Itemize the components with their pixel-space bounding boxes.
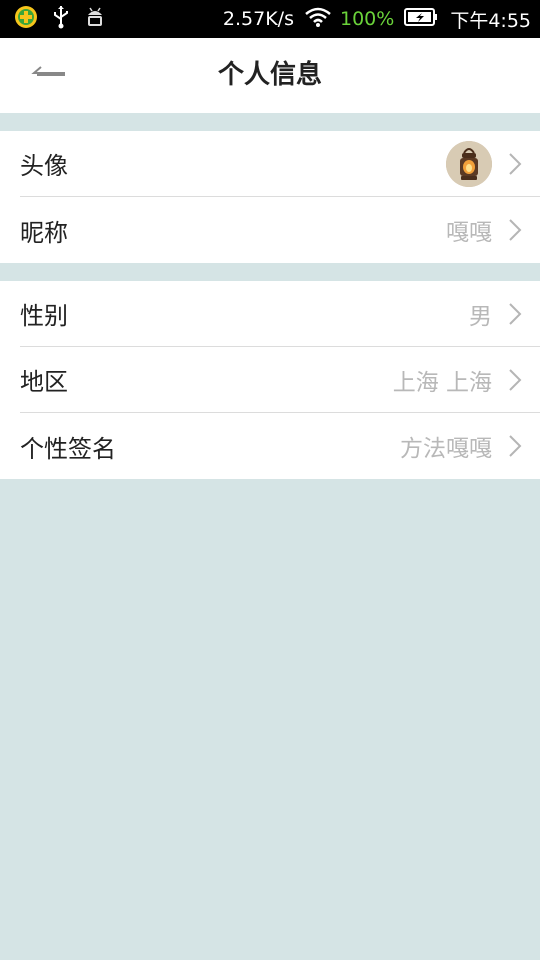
avatar-label: 头像 <box>20 152 68 180</box>
usb-icon <box>52 5 70 33</box>
nickname-value: 嘎嘎 <box>446 220 492 246</box>
wifi-icon <box>304 6 332 32</box>
chevron-right-icon <box>508 302 522 326</box>
gender-label: 性别 <box>20 302 68 330</box>
chevron-right-icon <box>508 218 522 242</box>
gender-value: 男 <box>469 303 492 330</box>
signature-row[interactable]: 个性签名 方法嘎嘎 <box>20 413 540 479</box>
chevron-right-icon <box>508 434 522 458</box>
net-speed: 2.57K/s <box>222 8 294 30</box>
avatar-row[interactable]: 头像 <box>20 131 540 197</box>
nickname-label: 昵称 <box>20 218 68 247</box>
region-row[interactable]: 地区 上海 上海 <box>20 347 540 413</box>
signature-value: 方法嘎嘎 <box>400 436 492 462</box>
profile-group-basic: 头像 昵称 嘎嘎 <box>0 131 540 263</box>
back-arrow-icon <box>31 63 67 87</box>
app-plus-icon <box>14 5 38 33</box>
avatar <box>446 140 492 187</box>
battery-percent: 100% <box>340 8 395 30</box>
chevron-right-icon <box>508 152 522 176</box>
battery-charging-icon <box>404 7 438 31</box>
clock: 下午4:55 <box>450 9 531 32</box>
signature-label: 个性签名 <box>20 434 116 463</box>
nickname-row[interactable]: 昵称 嘎嘎 <box>20 197 540 263</box>
gender-row[interactable]: 性别 男 <box>20 281 540 347</box>
region-label: 地区 <box>20 368 68 396</box>
status-bar: 2.57K/s 100% 下午4:55 <box>0 0 540 38</box>
chevron-right-icon <box>508 368 522 392</box>
app-header: 个人信息 <box>0 38 540 113</box>
back-button[interactable] <box>22 55 76 95</box>
android-debug-icon <box>84 5 106 33</box>
page-title: 个人信息 <box>217 60 322 90</box>
region-value: 上海 上海 <box>392 369 492 396</box>
profile-group-details: 性别 男 地区 上海 上海 个性签名 方法嘎嘎 <box>0 281 540 479</box>
